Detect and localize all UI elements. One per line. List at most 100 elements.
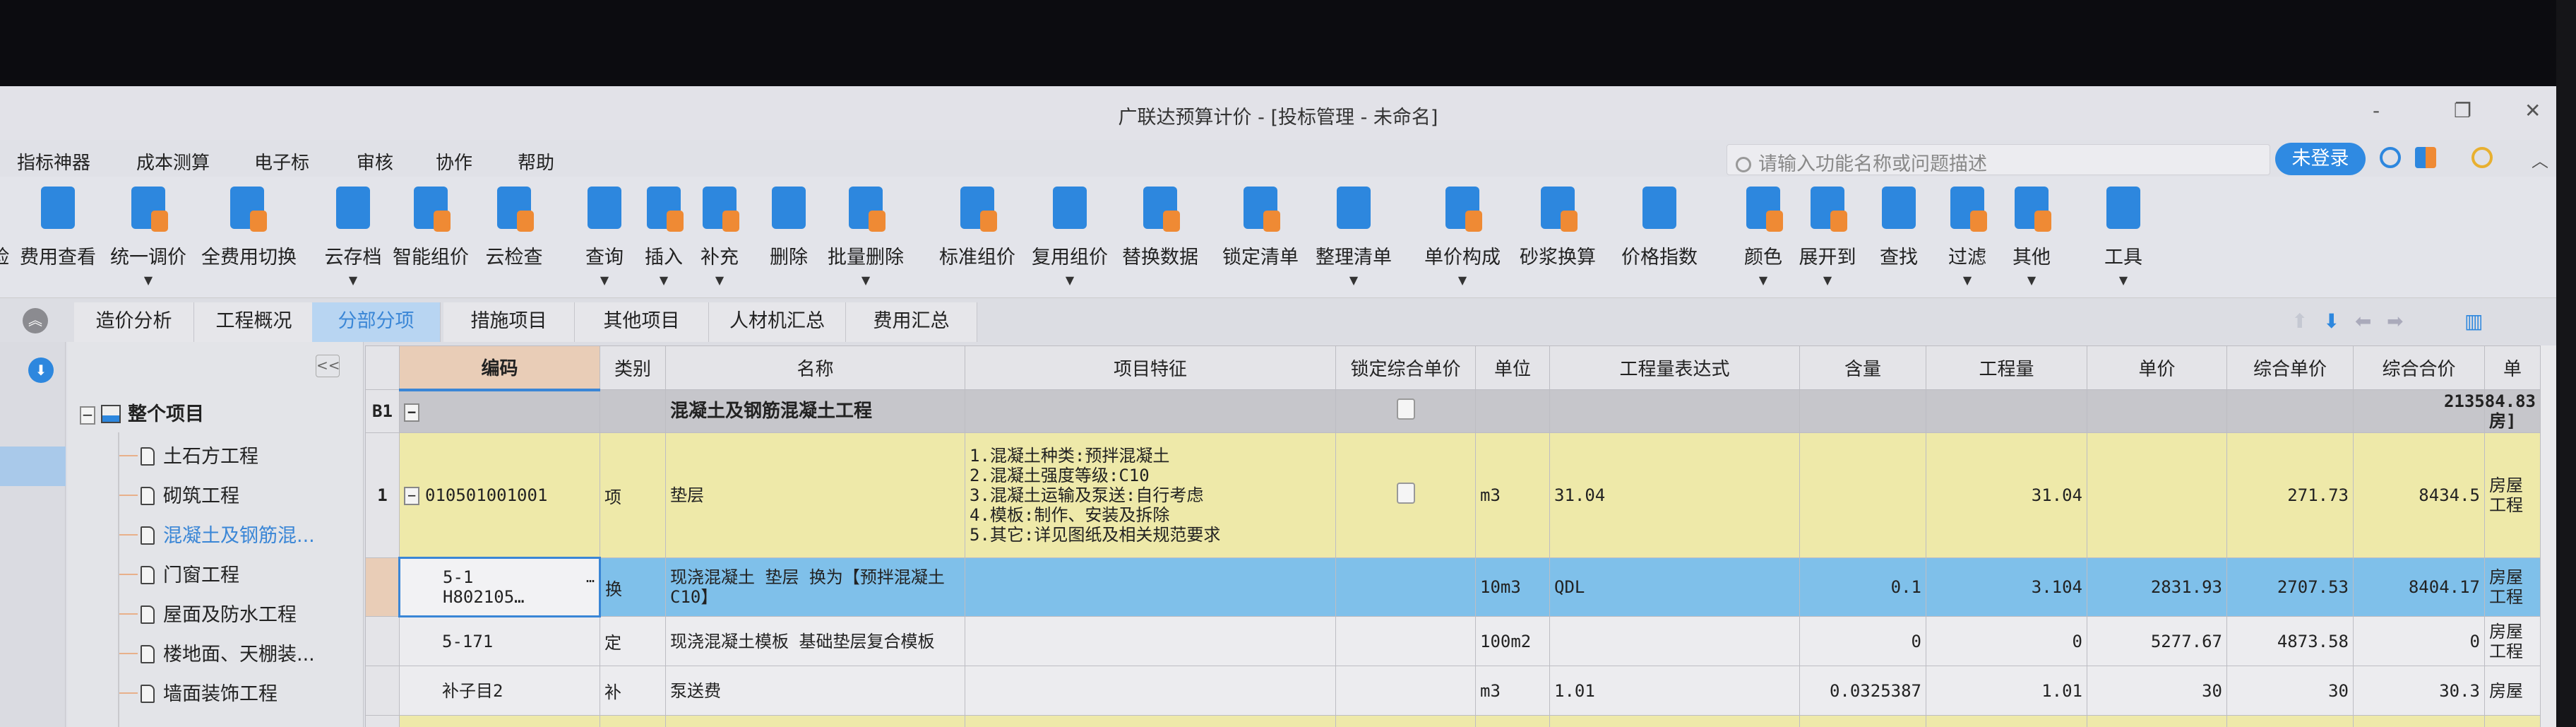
menu-cost-estimate[interactable]: 成本测算 (136, 148, 210, 175)
content-cell[interactable]: 0 (1799, 616, 1926, 666)
toolbar-button-11[interactable]: 批量删除 ▼ (820, 187, 912, 288)
column-header[interactable]: 单价 (2087, 345, 2227, 390)
price-cell[interactable] (2087, 432, 2227, 558)
column-header[interactable] (365, 345, 400, 390)
dropdown-arrow-icon[interactable]: ▼ (1024, 273, 1116, 288)
feature-cell[interactable] (965, 557, 1336, 617)
column-header[interactable]: 综合单价 (2226, 345, 2354, 390)
toolbar-button-13[interactable]: 复用组价 ▼ (1024, 187, 1116, 288)
toolbar-button-16[interactable]: 整理清单 ▼ (1308, 187, 1400, 288)
total-cell[interactable]: 8404.17 (2353, 557, 2485, 617)
column-header[interactable]: 含量 (1799, 345, 1926, 390)
column-header[interactable]: 单 (2484, 345, 2541, 390)
lock-cell[interactable] (1335, 557, 1476, 617)
collapse-ribbon-icon[interactable]: ︿ (2532, 147, 2548, 172)
tab-4[interactable]: 其他项目 (575, 302, 709, 342)
total-cell[interactable]: 0 (2353, 616, 2485, 666)
extra-cell[interactable]: 房屋 (2484, 666, 2541, 716)
name-cell[interactable]: 混凝土及钢筋混凝土工程 (665, 389, 965, 433)
table-row[interactable]: 5-171 定现浇混凝土模板 基础垫层复合模板 100m2 0 0 5277.67 4873… (365, 616, 2541, 666)
minimize-button[interactable]: - (2373, 99, 2380, 122)
unit-cell[interactable]: m3 (1475, 432, 1550, 558)
collapse-icon[interactable]: − (404, 403, 419, 422)
content-cell[interactable] (1799, 432, 1926, 558)
qty-cell[interactable]: 0 (1926, 616, 2087, 666)
expr-cell[interactable]: QDL (1549, 557, 1800, 617)
extra-cell[interactable]: 房屋工程 (2484, 432, 2541, 558)
name-cell[interactable]: 垫层 (665, 432, 965, 558)
qty-cell[interactable] (1926, 389, 2087, 433)
login-button[interactable]: 未登录 (2275, 143, 2366, 175)
price-cell[interactable]: 30 (2087, 666, 2227, 716)
extra-cell[interactable]: 213584.83 [房 (2444, 389, 2541, 433)
type-cell[interactable] (600, 389, 666, 433)
total-cell[interactable] (2353, 715, 2485, 727)
menu-help[interactable]: 帮助 (518, 148, 554, 175)
name-cell[interactable] (665, 715, 965, 727)
tab-3[interactable]: 措施项目 (443, 302, 575, 342)
total-cell[interactable]: 8434.5 (2353, 432, 2485, 558)
column-header[interactable]: 名称 (665, 345, 965, 390)
content-cell[interactable]: 0.1 (1799, 557, 1926, 617)
table-row[interactable]: 补子目2 补泵送费 m3 1.01 0.0325387 1.01 30 30 30.3 房屋 (365, 666, 2541, 716)
more-button[interactable]: … (586, 567, 595, 587)
tree-item[interactable]: 混凝土及钢筋混... (141, 520, 315, 548)
toolbar-button-2[interactable]: 统一调价 ▼ (102, 187, 194, 288)
code-cell[interactable]: 5-171 (399, 616, 600, 666)
toolbar-button-1[interactable]: 费用查看 (12, 187, 104, 288)
type-cell[interactable]: 定 (600, 616, 666, 666)
column-header[interactable]: 编码 (399, 345, 600, 391)
tree-item[interactable]: 门窗工程 (141, 560, 239, 587)
lock-checkbox[interactable] (1396, 483, 1415, 504)
toolbar-button-17[interactable]: 单价构成 ▼ (1417, 187, 1508, 288)
column-settings-icon[interactable]: ▥ (2464, 309, 2483, 333)
feature-cell[interactable]: 1.混凝土种类:预拌混凝土 2.混凝土强度等级:C10 3.混凝土运输及泵送:自… (965, 432, 1336, 558)
move-down-icon[interactable]: ⬇ (2323, 309, 2339, 333)
feature-cell[interactable] (965, 616, 1336, 666)
unit-cell[interactable]: 100m2 (1475, 616, 1550, 666)
dropdown-arrow-icon[interactable]: ▼ (1986, 273, 2077, 288)
collapse-icon[interactable]: − (404, 486, 419, 505)
left-nav-selected-item[interactable] (0, 447, 66, 486)
total-cell[interactable]: 30.3 (2353, 666, 2485, 716)
tab-1[interactable]: 工程概况 (194, 302, 314, 342)
move-up-icon[interactable]: ⬆ (2291, 309, 2308, 333)
type-cell[interactable] (600, 715, 666, 727)
price-cell[interactable]: 2831.93 (2087, 557, 2227, 617)
column-header[interactable]: 类别 (600, 345, 666, 390)
collapse-up-icon[interactable]: ︽ (23, 308, 48, 333)
apps-icon[interactable] (2415, 147, 2436, 168)
name-cell[interactable]: 现浇混凝土模板 基础垫层复合模板 (665, 616, 965, 666)
price-cell[interactable]: 5277.67 (2087, 616, 2227, 666)
expr-cell[interactable] (1549, 389, 1800, 433)
toolbar-button-5[interactable]: 智能组价 (385, 187, 477, 288)
uprice-cell[interactable] (2226, 715, 2354, 727)
tree-item[interactable]: 墙面装饰工程 (141, 678, 278, 706)
close-button[interactable]: ✕ (2524, 99, 2541, 122)
uprice-cell[interactable] (2226, 389, 2354, 433)
uprice-cell[interactable]: 2707.53 (2226, 557, 2354, 617)
unit-cell[interactable]: 10m3 (1475, 557, 1550, 617)
qty-cell[interactable]: 1.01 (1926, 666, 2087, 716)
lock-cell[interactable] (1335, 616, 1476, 666)
feature-cell[interactable]: 1.混凝土种类:预拌混凝土 (965, 715, 1336, 727)
toolbar-button-18[interactable]: 砂浆换算 (1512, 187, 1604, 288)
code-cell[interactable]: − (399, 389, 600, 433)
menu-review[interactable]: 审核 (357, 148, 393, 175)
tree-item[interactable]: 砌筑工程 (141, 480, 239, 508)
toolbar-button-6[interactable]: 云检查 (468, 187, 560, 288)
support-icon[interactable] (2380, 147, 2401, 168)
toolbar-button-3[interactable]: 全费用切换 (201, 187, 297, 288)
feature-cell[interactable] (965, 389, 1336, 433)
uprice-cell[interactable]: 4873.58 (2226, 616, 2354, 666)
download-icon[interactable]: ⬇ (28, 357, 54, 383)
menu-collaborate[interactable]: 协作 (436, 148, 472, 175)
extra-cell[interactable]: 房屋工程 (2484, 557, 2541, 617)
move-right-icon[interactable]: ➡ (2387, 309, 2403, 333)
unit-cell[interactable]: m3 (1475, 666, 1550, 716)
tab-2[interactable]: 分部分项 (312, 302, 441, 342)
type-cell[interactable]: 项 (600, 432, 666, 558)
table-row[interactable]: 1−010501001001 项垫层 1.混凝土种类:预拌混凝土 2.混凝土强度等级… (365, 432, 2541, 558)
dropdown-arrow-icon[interactable]: ▼ (2077, 273, 2169, 288)
restore-button[interactable]: ❐ (2454, 99, 2471, 122)
